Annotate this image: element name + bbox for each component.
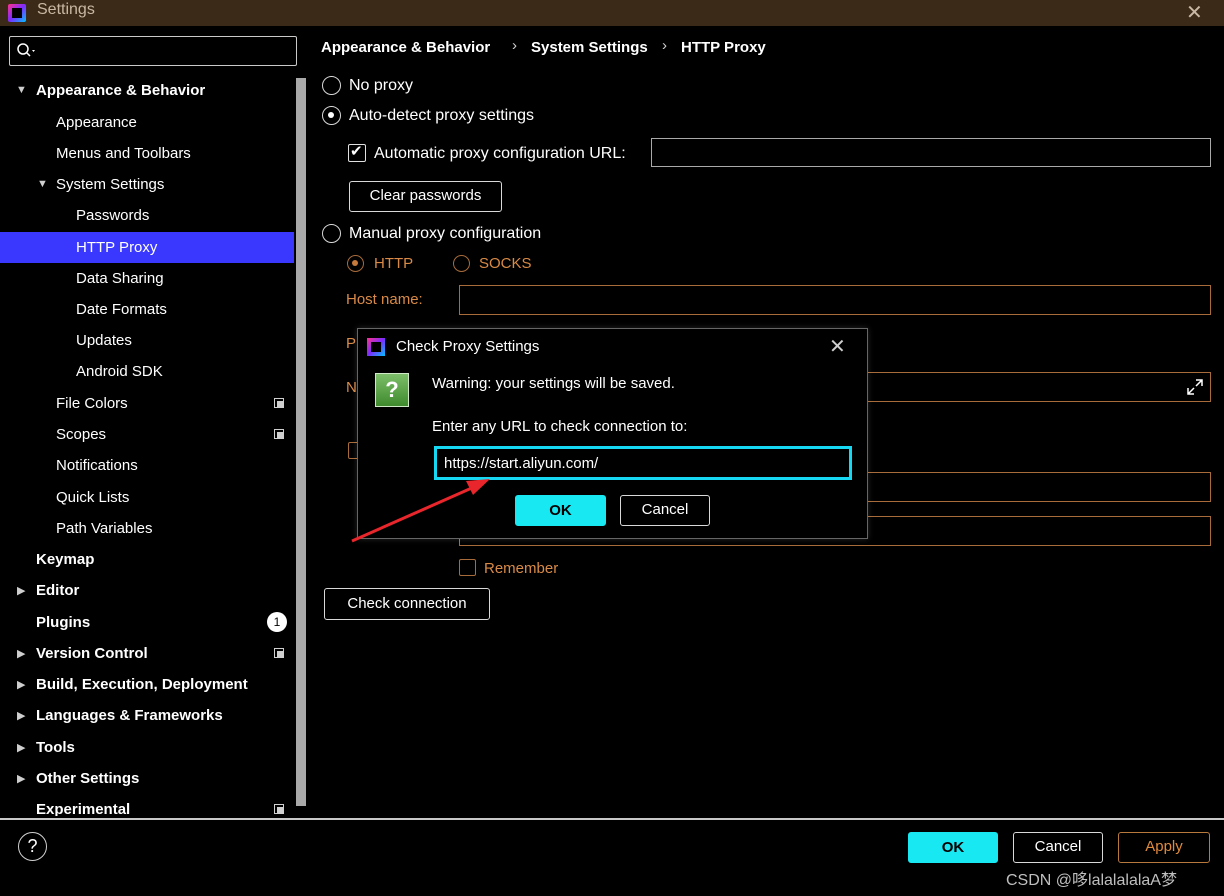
cancel-button[interactable]: Cancel [1013,832,1103,863]
red-arrow-annotation [351,479,490,543]
apply-button[interactable]: Apply [1118,832,1210,863]
watermark-text: CSDN @哆lalalalalaA梦 [1006,872,1177,889]
footer-divider [0,818,1224,820]
ok-button[interactable]: OK [908,832,998,863]
help-icon[interactable]: ? [18,832,47,861]
